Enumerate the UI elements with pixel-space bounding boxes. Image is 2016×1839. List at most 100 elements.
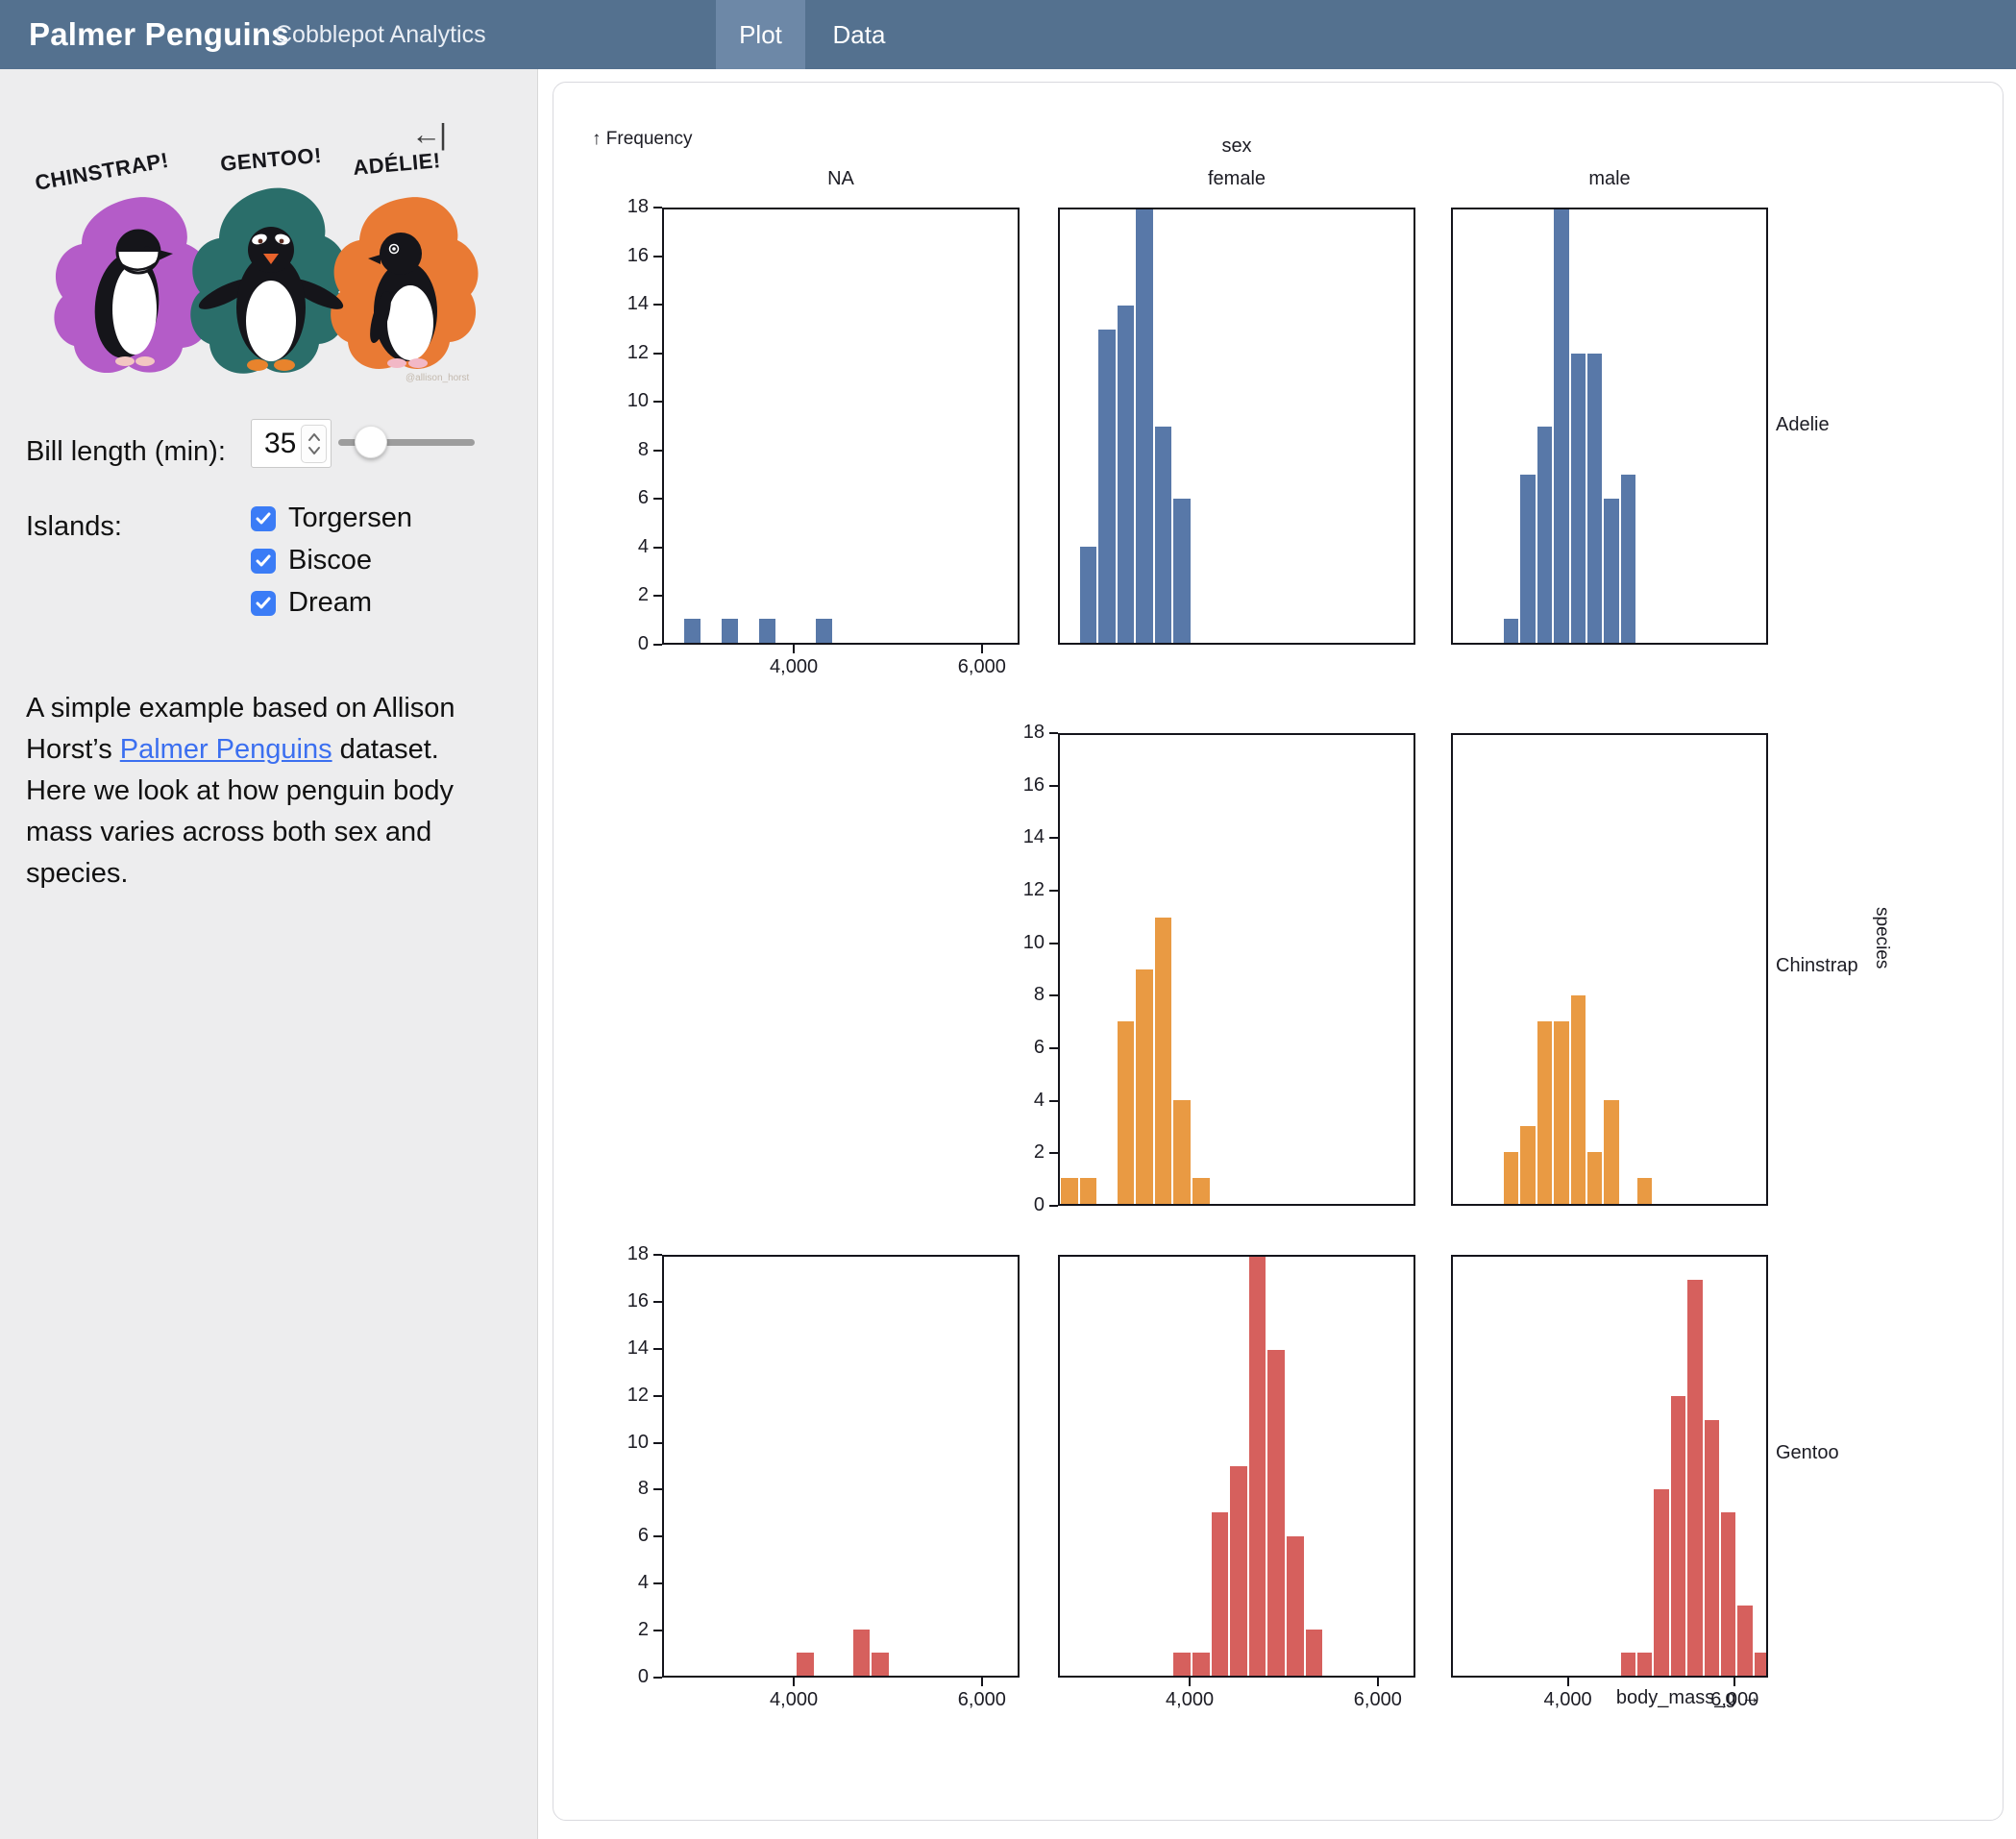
islands-label: Islands: (26, 511, 122, 543)
histogram-bar (1136, 969, 1153, 1204)
histogram-bar (816, 619, 833, 643)
checkbox-biscoe[interactable]: Biscoe (251, 545, 372, 576)
y-axis-tick-label: 4 (601, 1572, 649, 1594)
histogram-bar (1173, 1100, 1191, 1204)
y-axis-tick (1049, 943, 1058, 944)
y-axis-tick (653, 256, 662, 257)
stepper-arrows-icon (307, 430, 321, 457)
y-axis-tick-label: 6 (996, 1037, 1045, 1059)
histogram-bar (1571, 354, 1586, 643)
x-axis-tick (1377, 1678, 1379, 1686)
histogram-bar (1587, 354, 1602, 643)
y-axis-tick (1049, 837, 1058, 839)
y-axis-tick-label: 16 (601, 1290, 649, 1312)
y-axis-tick (653, 1301, 662, 1303)
facet-row-title: species (1871, 907, 1892, 969)
tab-data[interactable]: Data (805, 0, 913, 69)
tab-plot[interactable]: Plot (716, 0, 805, 69)
x-axis-tick (1189, 1678, 1191, 1686)
histogram-bar (1118, 306, 1135, 643)
histogram-bar (1287, 1536, 1304, 1676)
y-axis-tick-label: 0 (996, 1194, 1045, 1216)
histogram-bar (1212, 1512, 1229, 1676)
histogram-bar (1520, 475, 1535, 643)
facet-chinstrap-female (1058, 733, 1415, 1206)
y-axis-tick (1049, 785, 1058, 787)
y-axis-tick-label: 12 (601, 1385, 649, 1407)
y-axis-tick (653, 1395, 662, 1397)
y-axis-tick (653, 1677, 662, 1679)
y-axis-tick (1049, 1205, 1058, 1207)
histogram-bar (1173, 1653, 1191, 1676)
y-axis-tick (653, 450, 662, 452)
histogram-bar (1537, 1021, 1552, 1204)
histogram-bar (722, 619, 739, 643)
histogram-bar (1721, 1512, 1735, 1676)
y-axis-tick (1049, 1047, 1058, 1049)
histogram-bar (1098, 330, 1116, 643)
histogram-bar (1173, 499, 1191, 643)
app-subtitle: Cobblepot Analytics (275, 21, 486, 49)
app-title: Palmer Penguins (29, 16, 289, 53)
facet-gentoo-male (1451, 1255, 1768, 1678)
y-axis-tick-label: 8 (601, 439, 649, 461)
y-axis-tick-label: 4 (601, 536, 649, 558)
checked-checkbox-icon[interactable] (251, 549, 276, 574)
x-axis-tick (793, 1678, 795, 1686)
y-axis-tick-label: 8 (601, 1478, 649, 1500)
y-axis-tick (1049, 1152, 1058, 1154)
checkbox-label: Biscoe (288, 545, 372, 576)
y-axis-tick (653, 1535, 662, 1537)
y-axis-tick (653, 304, 662, 306)
histogram-bar (872, 1653, 889, 1676)
checked-checkbox-icon[interactable] (251, 506, 276, 531)
y-axis-tick-label: 14 (996, 826, 1045, 848)
y-axis-title: ↑ Frequency (592, 129, 693, 150)
histogram-bar (1136, 209, 1153, 643)
y-axis-tick (653, 1630, 662, 1631)
histogram-bar (1705, 1420, 1719, 1676)
histogram-bar (1080, 1178, 1097, 1204)
histogram-bar (1587, 1152, 1602, 1204)
histogram-bar (1504, 1152, 1518, 1204)
y-axis-tick-label: 16 (996, 774, 1045, 797)
checkbox-dream[interactable]: Dream (251, 587, 372, 619)
facet-adelie-female (1058, 208, 1415, 645)
histogram-bar (1604, 1100, 1618, 1204)
y-axis-tick (653, 353, 662, 355)
checkbox-label: Dream (288, 587, 372, 619)
histogram-bar (1192, 1653, 1210, 1676)
x-axis-tick (1733, 1678, 1735, 1686)
bill-length-field[interactable] (252, 420, 302, 467)
bill-length-stepper[interactable] (301, 425, 327, 463)
histogram-bar (1554, 209, 1568, 643)
checked-checkbox-icon[interactable] (251, 591, 276, 616)
histogram-bar (1504, 619, 1518, 643)
facet-gentoo-na (662, 1255, 1020, 1678)
y-axis-tick-label: 12 (601, 342, 649, 364)
x-axis-tick-label: 4,000 (746, 1689, 842, 1711)
y-axis-tick-label: 10 (996, 932, 1045, 954)
y-axis-tick (653, 1348, 662, 1350)
bill-length-slider[interactable] (338, 426, 475, 458)
histogram-bar (684, 619, 701, 643)
x-axis-tick (981, 645, 983, 653)
palmer-penguins-link[interactable]: Palmer Penguins (120, 734, 332, 765)
y-axis-tick (1049, 890, 1058, 892)
y-axis-tick-label: 16 (601, 245, 649, 267)
y-axis-tick (653, 547, 662, 549)
x-axis-tick-label: 6,000 (1330, 1689, 1426, 1711)
y-axis-tick-label: 4 (996, 1090, 1045, 1112)
histogram-bar (759, 619, 776, 643)
histogram-bar (1537, 427, 1552, 644)
bill-length-slider-thumb[interactable] (355, 426, 387, 458)
histogram-bar (1671, 1396, 1685, 1676)
histogram-bar (1118, 1021, 1135, 1204)
histogram-bar (1267, 1350, 1285, 1676)
facet-grid: ↑ Frequency sex NA female male Adelie Ch… (553, 83, 2003, 1820)
y-axis-tick-label: 18 (601, 196, 649, 218)
checkbox-torgersen[interactable]: Torgersen (251, 503, 412, 534)
histogram-bar (1637, 1653, 1652, 1676)
chinstrap-art-label: CHINSTRAP! (34, 148, 171, 195)
y-axis-tick (653, 498, 662, 500)
